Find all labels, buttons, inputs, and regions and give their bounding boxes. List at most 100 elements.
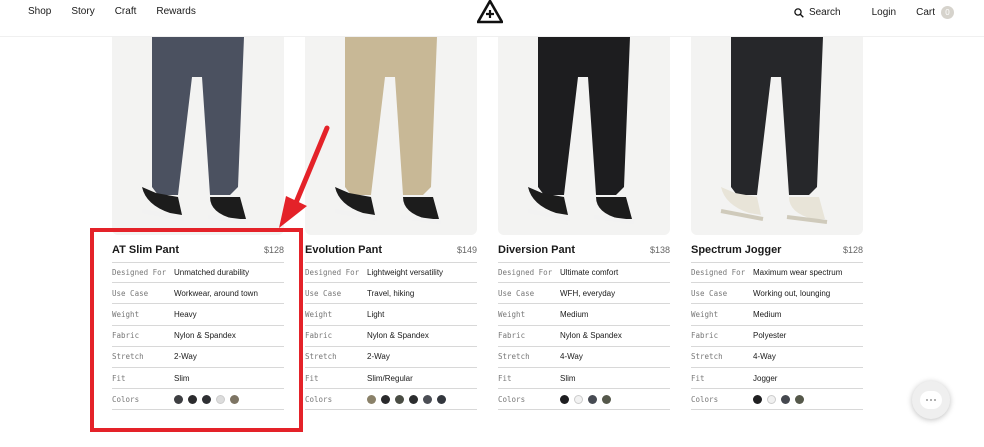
spec-label: Use Case [305, 288, 342, 298]
site-header: Shop Story Craft Rewards Search Login Ca… [0, 0, 984, 37]
product-image[interactable] [112, 37, 284, 235]
spec-value: Medium [560, 309, 589, 319]
spec-label: Stretch [498, 352, 530, 362]
spec-row-weight: Weight Light [305, 304, 477, 326]
spec-value: Slim/Regular [367, 373, 413, 383]
product-name[interactable]: Spectrum Jogger [691, 244, 781, 256]
color-swatches [560, 394, 611, 404]
search-button[interactable]: Search [794, 7, 841, 18]
nav-craft[interactable]: Craft [115, 6, 137, 18]
spec-row-weight: Weight Heavy [112, 304, 284, 326]
color-swatch[interactable] [781, 394, 790, 404]
spec-row-stretch: Stretch 2-Way [112, 347, 284, 368]
color-swatch[interactable] [602, 394, 611, 404]
spec-label: Colors [498, 394, 526, 404]
spec-table: Designed For Maximum wear spectrum Use Cas… [691, 262, 863, 411]
spec-label: Stretch [305, 352, 337, 362]
spec-row-use-case: Use Case Travel, hiking [305, 283, 477, 305]
product-card[interactable]: AT Slim Pant $128 Designed For Unmatched du… [112, 37, 284, 411]
color-swatch[interactable] [216, 394, 225, 404]
spec-row-colors: Colors [498, 389, 670, 411]
color-swatch[interactable] [560, 394, 569, 404]
spec-value: Heavy [174, 309, 197, 319]
spec-row-use-case: Use Case Workwear, around town [112, 283, 284, 305]
spec-value: Slim [560, 373, 576, 383]
spec-label: Colors [691, 394, 719, 404]
cart-count-badge: 0 [941, 6, 954, 19]
color-swatch[interactable] [409, 394, 418, 404]
spec-row-weight: Weight Medium [498, 304, 670, 326]
product-image[interactable] [498, 37, 670, 235]
color-swatch[interactable] [574, 394, 583, 404]
spec-value: Polyester [753, 331, 787, 341]
color-swatch[interactable] [381, 394, 390, 404]
spec-label: Weight [498, 309, 526, 319]
product-price: $149 [456, 245, 477, 255]
cart-label: Cart [916, 7, 935, 18]
spec-row-fit: Fit Slim/Regular [305, 368, 477, 390]
color-swatch[interactable] [795, 394, 804, 404]
product-name[interactable]: Diversion Pant [498, 244, 575, 256]
spec-row-use-case: Use Case Working out, lounging [691, 283, 863, 305]
spec-label: Fabric [112, 331, 140, 341]
spec-label: Fit [112, 373, 126, 383]
product-card[interactable]: Spectrum Jogger $128 Designed For Maximum w… [691, 37, 863, 411]
color-swatches [174, 394, 239, 404]
nav-story[interactable]: Story [71, 6, 94, 18]
spec-value: Workwear, around town [174, 288, 258, 298]
color-swatch[interactable] [367, 394, 376, 404]
spec-value: Unmatched durability [174, 268, 250, 278]
brand-logo-icon[interactable] [477, 0, 503, 24]
product-name[interactable]: Evolution Pant [305, 244, 382, 256]
spec-row-designed-for: Designed For Ultimate comfort [498, 262, 670, 284]
chat-button[interactable] [912, 381, 950, 419]
product-name[interactable]: AT Slim Pant [112, 244, 179, 256]
main-nav: Shop Story Craft Rewards [28, 6, 216, 18]
login-link[interactable]: Login [872, 7, 896, 18]
color-swatch[interactable] [188, 394, 197, 404]
spec-label: Weight [305, 309, 333, 319]
color-swatch[interactable] [395, 394, 404, 404]
spec-row-stretch: Stretch 4-Way [691, 347, 863, 368]
spec-row-colors: Colors [112, 389, 284, 411]
spec-label: Stretch [691, 352, 723, 362]
spec-row-colors: Colors [691, 389, 863, 411]
spec-label: Fit [691, 373, 705, 383]
spec-label: Use Case [691, 288, 728, 298]
spec-value: 4-Way [560, 352, 583, 362]
spec-label: Colors [112, 394, 140, 404]
spec-row-fabric: Fabric Polyester [691, 326, 863, 347]
spec-label: Fabric [498, 331, 526, 341]
spec-row-designed-for: Designed For Lightweight versatility [305, 262, 477, 284]
nav-shop[interactable]: Shop [28, 6, 51, 18]
spec-table: Designed For Ultimate comfort Use Case WFH,… [498, 262, 670, 411]
color-swatch[interactable] [753, 394, 762, 404]
product-card[interactable]: Diversion Pant $138 Designed For Ultimate c… [498, 37, 670, 411]
color-swatch[interactable] [230, 394, 239, 404]
color-swatch[interactable] [202, 394, 211, 404]
spec-row-stretch: Stretch 2-Way [305, 347, 477, 368]
color-swatch[interactable] [423, 394, 432, 404]
spec-row-use-case: Use Case WFH, everyday [498, 283, 670, 305]
product-card[interactable]: Evolution Pant $149 Designed For Lightweigh… [305, 37, 477, 411]
color-swatch[interactable] [767, 394, 776, 404]
nav-rewards[interactable]: Rewards [156, 6, 195, 18]
color-swatch[interactable] [437, 394, 446, 404]
spec-label: Weight [691, 309, 719, 319]
spec-label: Fabric [691, 331, 719, 341]
spec-value: Nylon & Spandex [367, 331, 429, 341]
color-swatch[interactable] [174, 394, 183, 404]
color-swatch[interactable] [588, 394, 597, 404]
spec-value: Lightweight versatility [367, 268, 444, 278]
product-image[interactable] [691, 37, 863, 235]
spec-value: WFH, everyday [560, 288, 616, 298]
spec-value: Nylon & Spandex [174, 331, 236, 341]
spec-label: Weight [112, 309, 140, 319]
spec-label: Designed For [498, 268, 553, 278]
product-image[interactable] [305, 37, 477, 235]
spec-row-designed-for: Designed For Maximum wear spectrum [691, 262, 863, 284]
spec-value: 2-Way [367, 352, 390, 362]
cart-button[interactable]: Cart 0 [916, 6, 954, 19]
spec-label: Colors [305, 394, 333, 404]
spec-value: Travel, hiking [367, 288, 415, 298]
